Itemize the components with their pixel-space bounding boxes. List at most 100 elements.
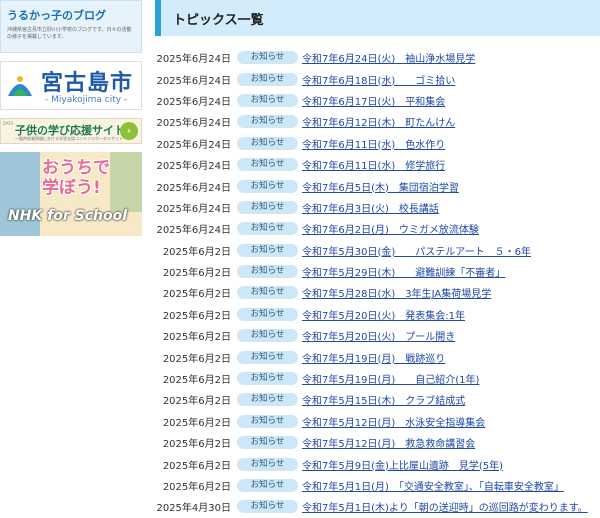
sidebar: うるかっ子のブログ 沖縄県宮古島市立砂川小学校のブログです。日々の活動の様子を掲… [0,0,142,236]
topic-date: 2025年6月24日 [156,96,231,108]
topic-date: 2025年6月2日 [162,353,231,365]
main-content: トピックス一覧 2025年6月24日 お知らせ 令和7年6月24日(火) 袖山浄水場… [155,0,600,518]
topic-link[interactable]: 令和7年6月5日(木) 集団宿泊学習 [302,179,459,194]
topic-date: 2025年6月2日 [162,289,231,301]
page-title: トピックス一覧 [173,13,264,28]
topic-link[interactable]: 令和7年6月24日(火) 袖山浄水場見学 [302,50,475,65]
topic-link[interactable]: 令和7年5月1日(木)より「朝の送迎時」の巡回路が変わります。 [302,499,588,514]
topic-link[interactable]: 令和7年5月12日(月) 救急救命講習会 [302,435,475,450]
topic-date: 2025年6月2日 [162,460,231,472]
topic-date: 2025年6月24日 [156,75,231,87]
topic-row: 2025年6月24日 お知らせ 令和7年6月18日(水) ゴミ拾い [155,68,600,89]
topic-date: 2025年6月24日 [156,54,231,66]
topic-link[interactable]: 令和7年5月19日(月) 自己紹介(1年) [302,371,479,386]
topic-link[interactable]: 令和7年5月1日(月) 「交通安全教室」、「自転車安全教室」 [302,478,564,493]
topic-row: 2025年6月2日 お知らせ 令和7年5月9日(金)上比屋山遺跡 見学(5年) [155,453,600,474]
category-badge: お知らせ [237,457,298,471]
category-badge: お知らせ [237,136,298,150]
category-badge: お知らせ [237,286,298,300]
topic-date: 2025年6月24日 [156,182,231,194]
topic-date: 2025年6月2日 [162,375,231,387]
blog-banner-subtitle: 沖縄県宮古島市立砂川小学校のブログです。日々の活動の様子を掲載しています。 [7,27,132,40]
topic-link[interactable]: 令和7年6月11日(水) 色水作り [302,136,445,151]
topic-row: 2025年6月2日 お知らせ 令和7年5月29日(木) 避難訓練「不審者」 [155,261,600,282]
nhk-banner-title: おうちで 学ぼう! [42,158,110,198]
category-badge: お知らせ [237,350,298,364]
topic-row: 2025年6月2日 お知らせ 令和7年5月19日(月) 戦跡巡り [155,346,600,367]
topics-heading: トピックス一覧 [155,0,600,36]
blog-banner-title: うるかっ子のブログ [7,9,106,22]
topic-row: 2025年4月30日 お知らせ 令和7年5月1日(木)より「朝の送迎時」の巡回路が変… [155,496,600,517]
miyakojima-city-banner[interactable]: 宮古島市 - Miyakojima city - [0,61,142,110]
category-badge: お知らせ [237,500,298,514]
learning-support-banner[interactable]: DATA 子供の学び応援サイト 〜臨時休業期間における学習支援コンテンツポータル… [0,118,142,144]
topic-row: 2025年6月24日 お知らせ 令和7年6月17日(火) 平和集会 [155,90,600,111]
topic-row: 2025年6月2日 お知らせ 令和7年5月19日(月) 自己紹介(1年) [155,368,600,389]
topic-row: 2025年6月24日 お知らせ 令和7年6月11日(水) 色水作り [155,133,600,154]
topic-link[interactable]: 令和7年5月12日(月) 水泳安全指導集会 [302,414,485,429]
topic-date: 2025年6月2日 [162,332,231,344]
topic-row: 2025年6月2日 お知らせ 令和7年5月12日(月) 水泳安全指導集会 [155,411,600,432]
topic-link[interactable]: 令和7年6月17日(火) 平和集会 [302,93,445,108]
topic-row: 2025年6月2日 お知らせ 令和7年5月20日(火) プール開き [155,325,600,346]
category-badge: お知らせ [237,372,298,386]
topic-row: 2025年6月24日 お知らせ 令和7年6月3日(火) 校長講話 [155,197,600,218]
arrow-right-icon: › [120,122,138,140]
category-badge: お知らせ [237,436,298,450]
topic-link[interactable]: 令和7年6月11日(水) 修学旅行 [302,157,445,172]
category-badge: お知らせ [237,179,298,193]
category-badge: お知らせ [237,479,298,492]
nhk-brand-logo: NHK for School [8,208,128,224]
topic-link[interactable]: 令和7年5月19日(月) 戦跡巡り [302,350,445,365]
category-badge: お知らせ [237,265,298,279]
topic-row: 2025年6月2日 お知らせ 令和7年5月12日(月) 救急救命講習会 [155,432,600,453]
topic-date: 2025年6月2日 [162,268,231,280]
topic-row: 2025年6月24日 お知らせ 令和7年6月12日(木) 町たんけん [155,111,600,132]
nhk-banner-title-line1: おうちで [42,158,110,178]
support-banner-badge: DATA [3,121,14,126]
topic-link[interactable]: 令和7年6月3日(火) 校長講話 [302,200,439,215]
topic-date: 2025年6月2日 [162,439,231,451]
topic-row: 2025年6月2日 お知らせ 令和7年5月30日(金) パステルアート ５・6年 [155,240,600,261]
topic-link[interactable]: 令和7年6月12日(木) 町たんけん [302,114,455,129]
topic-row: 2025年6月24日 お知らせ 令和7年6月2日(月) ウミガメ放流体験 [155,218,600,239]
topic-date: 2025年6月24日 [156,203,231,215]
topic-row: 2025年6月2日 お知らせ 令和7年5月1日(月) 「交通安全教室」、「自転車安全… [155,475,600,496]
topic-row: 2025年6月2日 お知らせ 令和7年5月15日(木) クラブ結成式 [155,389,600,410]
topic-row: 2025年6月24日 お知らせ 令和7年6月5日(木) 集団宿泊学習 [155,175,600,196]
topic-row: 2025年6月24日 お知らせ 令和7年6月11日(水) 修学旅行 [155,154,600,175]
category-badge: お知らせ [237,158,298,172]
topic-link[interactable]: 令和7年5月9日(金)上比屋山遺跡 見学(5年) [302,457,503,472]
topic-link[interactable]: 令和7年5月15日(木) クラブ結成式 [302,392,465,407]
city-logo-icon [8,76,32,96]
topic-link[interactable]: 令和7年5月20日(火) プール開き [302,328,455,343]
topic-link[interactable]: 令和7年5月28日(水) 3年生JA集荷場見学 [302,285,491,300]
nhk-for-school-banner[interactable]: おうちで 学ぼう! NHK for School [0,152,142,236]
topic-link[interactable]: 令和7年5月30日(金) パステルアート ５・6年 [302,243,531,258]
blog-banner[interactable]: うるかっ子のブログ 沖縄県宮古島市立砂川小学校のブログです。日々の活動の様子を掲… [0,0,142,53]
category-badge: お知らせ [237,414,298,428]
category-badge: お知らせ [237,222,298,236]
city-banner-subtitle: - Miyakojima city - [45,95,128,105]
topic-row: 2025年6月2日 お知らせ 令和7年5月20日(火) 発表集会:1年 [155,304,600,325]
category-badge: お知らせ [237,243,298,257]
topic-date: 2025年6月24日 [156,161,231,173]
topic-date: 2025年6月2日 [162,310,231,322]
topic-link[interactable]: 令和7年5月20日(火) 発表集会:1年 [302,307,465,322]
category-badge: お知らせ [237,307,298,321]
category-badge: お知らせ [237,51,298,65]
support-banner-subtitle: 〜臨時休業期間における学習支援コンテンツポータルサイト〜 [15,136,127,141]
topic-date: 2025年6月24日 [156,118,231,130]
topic-date: 2025年6月2日 [162,482,231,493]
nhk-banner-title-line2: 学ぼう! [42,178,101,198]
category-badge: お知らせ [237,93,298,107]
category-badge: お知らせ [237,200,298,214]
banner-illustration-right [110,152,142,212]
topic-link[interactable]: 令和7年6月2日(月) ウミガメ放流体験 [302,221,479,236]
category-badge: お知らせ [237,329,298,343]
topic-date: 2025年6月2日 [162,246,231,258]
topic-link[interactable]: 令和7年5月29日(木) 避難訓練「不審者」 [302,264,505,279]
category-badge: お知らせ [237,115,298,129]
topic-row: 2025年6月2日 お知らせ 令和7年5月28日(水) 3年生JA集荷場見学 [155,282,600,303]
topic-link[interactable]: 令和7年6月18日(水) ゴミ拾い [302,72,455,87]
